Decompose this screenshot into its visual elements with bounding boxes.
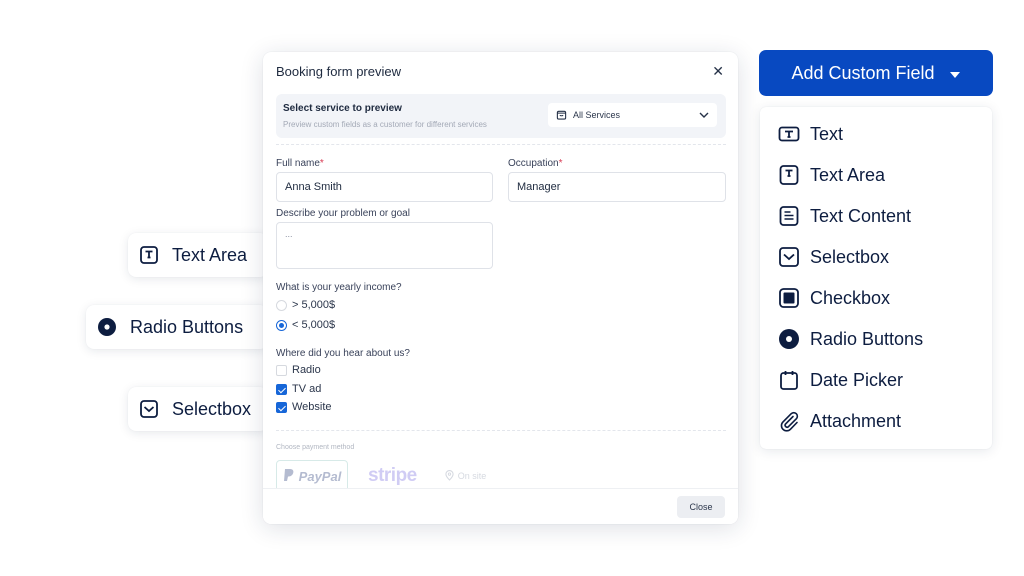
heard-option[interactable]: TV ad — [276, 383, 321, 395]
radio-button-icon — [96, 316, 118, 338]
selectbox-icon — [778, 246, 800, 268]
option-label: < 5,000$ — [292, 319, 336, 331]
option-label: Radio — [292, 364, 321, 376]
option-label: > 5,000$ — [292, 299, 336, 311]
payment-label: Choose payment method — [276, 444, 355, 451]
describe-label: Describe your problem or goal — [276, 208, 410, 219]
checkbox-checked[interactable] — [276, 383, 287, 395]
paypal-label: PayPal — [298, 468, 342, 484]
location-pin-icon — [445, 469, 454, 483]
radio-button-selected[interactable] — [276, 319, 287, 331]
service-select[interactable]: All Services — [548, 103, 717, 127]
option-label: TV ad — [292, 383, 322, 395]
paperclip-icon — [778, 410, 800, 432]
income-label: What is your yearly income? — [276, 282, 402, 293]
text-content-icon — [778, 205, 800, 227]
menu-item-checkbox[interactable]: Checkbox — [778, 284, 890, 312]
menu-item-label: Date Picker — [810, 369, 904, 390]
booking-form-modal: Booking form preview ✕ Select service to… — [263, 52, 738, 524]
add-custom-field-button[interactable]: Add Custom Field — [759, 50, 993, 96]
text-area-icon — [138, 244, 160, 266]
menu-item-attachment[interactable]: Attachment — [778, 407, 901, 435]
custom-field-menu: Text Text Area Text Content Selectbox Ch… — [760, 107, 992, 449]
menu-item-label: Radio Buttons — [810, 328, 924, 349]
modal-title: Booking form preview — [276, 64, 401, 79]
chip-label: Radio Buttons — [130, 316, 244, 337]
describe-textarea[interactable]: ... — [276, 222, 493, 269]
menu-item-text[interactable]: Text — [778, 120, 843, 148]
menu-item-selectbox[interactable]: Selectbox — [778, 243, 889, 271]
divider — [276, 144, 726, 145]
shopping-bag-icon — [556, 109, 567, 122]
chip-radio-buttons[interactable]: Radio Buttons — [86, 305, 268, 349]
describe-placeholder: ... — [285, 229, 293, 239]
divider — [276, 430, 726, 431]
income-option[interactable]: > 5,000$ — [276, 299, 335, 311]
full-name-input[interactable]: Anna Smith — [276, 172, 493, 202]
chip-label: Text Area — [172, 244, 248, 265]
radio-button-icon — [778, 328, 800, 350]
radio-button[interactable] — [276, 299, 287, 311]
occupation-input[interactable]: Manager — [508, 172, 726, 202]
text-area-icon — [778, 164, 800, 186]
chip-text-area[interactable]: Text Area — [128, 233, 268, 277]
heard-option[interactable]: Website — [276, 401, 332, 413]
service-panel-subtitle: Preview custom fields as a customer for … — [283, 120, 487, 129]
occupation-label: Occupation* — [508, 158, 563, 169]
option-label: Website — [292, 401, 332, 413]
calendar-icon — [778, 369, 800, 391]
on-site-label: On site — [457, 471, 487, 481]
selectbox-icon — [138, 398, 160, 420]
modal-footer: Close — [263, 488, 738, 524]
chip-label: Selectbox — [172, 398, 252, 419]
menu-item-label: Text — [810, 123, 844, 144]
menu-item-label: Attachment — [810, 410, 902, 431]
occupation-value: Manager — [517, 181, 561, 193]
add-custom-field-label: Add Custom Field — [791, 62, 935, 83]
service-panel-title: Select service to preview — [283, 103, 402, 114]
service-select-panel: Select service to preview Preview custom… — [276, 94, 726, 138]
menu-item-label: Text Area — [810, 164, 886, 185]
full-name-label: Full name* — [276, 158, 324, 169]
checkbox-checked[interactable] — [276, 401, 287, 413]
close-icon[interactable]: ✕ — [712, 63, 724, 79]
menu-item-date-picker[interactable]: Date Picker — [778, 366, 903, 394]
menu-item-label: Checkbox — [810, 287, 891, 308]
text-icon — [778, 123, 800, 145]
payment-stripe[interactable]: stripe — [368, 465, 417, 487]
chevron-down-icon — [699, 110, 709, 120]
menu-item-radio-buttons[interactable]: Radio Buttons — [778, 325, 923, 353]
menu-item-label: Text Content — [810, 205, 912, 226]
heard-label: Where did you hear about us? — [276, 348, 410, 359]
chip-selectbox[interactable]: Selectbox — [128, 387, 268, 431]
full-name-value: Anna Smith — [285, 181, 342, 193]
paypal-logo-icon — [283, 468, 295, 485]
payment-on-site[interactable]: On site — [445, 469, 487, 483]
menu-item-text-content[interactable]: Text Content — [778, 202, 911, 230]
close-button[interactable]: Close — [677, 496, 725, 518]
checkbox[interactable] — [276, 364, 287, 376]
checkbox-icon — [778, 287, 800, 309]
service-select-value: All Services — [573, 110, 621, 120]
menu-item-text-area[interactable]: Text Area — [778, 161, 885, 189]
income-option[interactable]: < 5,000$ — [276, 319, 335, 331]
menu-item-label: Selectbox — [810, 246, 890, 267]
caret-down-icon — [949, 63, 961, 84]
heard-option[interactable]: Radio — [276, 364, 321, 376]
